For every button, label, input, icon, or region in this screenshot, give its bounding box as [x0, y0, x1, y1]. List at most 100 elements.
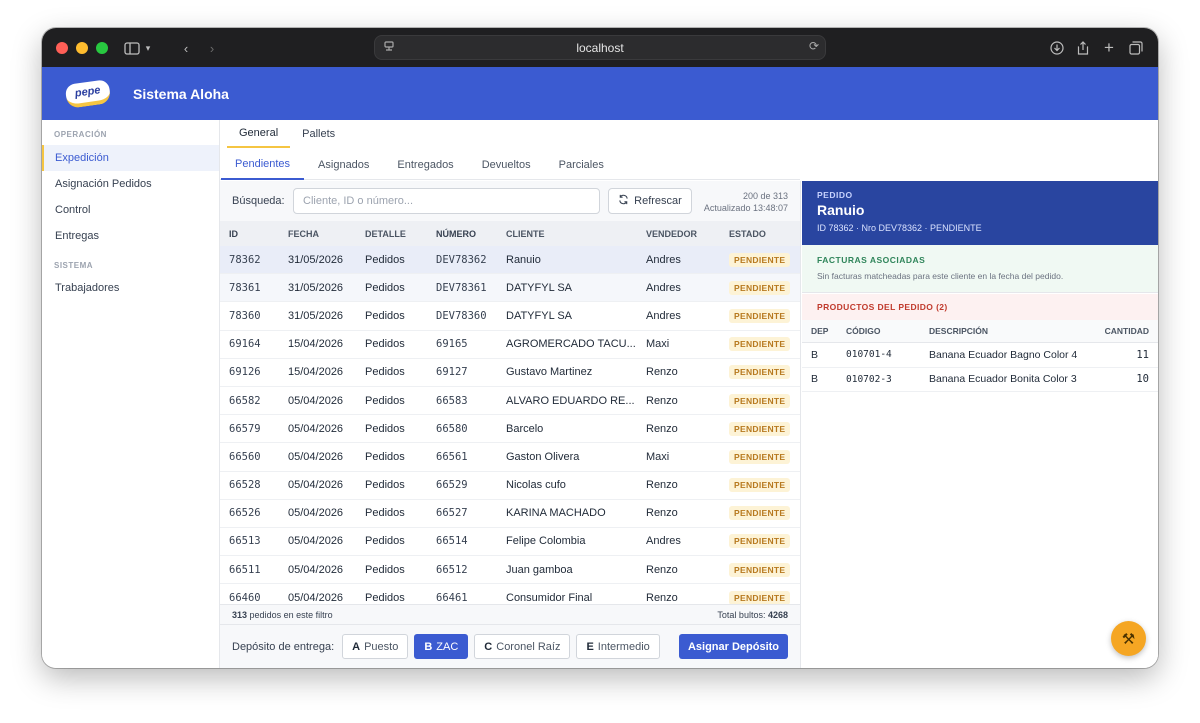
tab-pendientes[interactable]: Pendientes: [221, 149, 305, 180]
cell-cliente: ALVARO EDUARDO RE...: [506, 394, 635, 407]
tab-parciales[interactable]: Parciales: [545, 149, 618, 180]
col-id[interactable]: ID: [220, 229, 280, 239]
col-numero[interactable]: NÚMERO: [428, 229, 498, 239]
table-row[interactable]: 66528 05/04/2026 Pedidos 66529 Nicolas cufo R…: [220, 471, 800, 500]
products-table-header: DEP CÓDIGO DESCRIPCIÓN CANTIDAD: [802, 320, 1158, 343]
cell-id: 69164: [229, 338, 261, 351]
table-row[interactable]: 69126 15/04/2026 Pedidos 69127 Gustavo Marti…: [220, 358, 800, 387]
col-cliente[interactable]: CLIENTE: [498, 229, 638, 239]
deposit-key: C: [484, 640, 493, 653]
table-row[interactable]: 66513 05/04/2026 Pedidos 66514 Felipe Colomb…: [220, 527, 800, 557]
cell-detalle: Pedidos: [365, 563, 405, 576]
deposit-option-c[interactable]: C Coronel Raíz: [474, 634, 571, 659]
tab-asignados[interactable]: Asignados: [304, 149, 383, 180]
close-window-button[interactable]: [56, 41, 68, 54]
product-dep: B: [811, 348, 819, 361]
assign-deposit-button[interactable]: Asignar Depósito: [679, 634, 788, 659]
table-row[interactable]: 66560 05/04/2026 Pedidos 66561 Gaston Oliver…: [220, 443, 800, 472]
product-description: Banana Ecuador Bonita Color 3: [929, 373, 1077, 386]
status-badge: PENDIENTE: [729, 478, 791, 493]
table-row[interactable]: 66579 05/04/2026 Pedidos 66580 Barcelo Renzo P…: [220, 415, 800, 444]
refresh-button[interactable]: Refrescar: [608, 188, 692, 214]
deposit-option-b[interactable]: B ZAC: [414, 634, 469, 659]
cell-fecha: 05/04/2026: [288, 563, 344, 576]
tab-overview-icon[interactable]: [1125, 36, 1147, 60]
col-descripcion: DESCRIPCIÓN: [929, 326, 989, 336]
table-row[interactable]: 78361 31/05/2026 Pedidos DEV78361 DATYFYL SA…: [220, 274, 800, 303]
status-badge: PENDIENTE: [729, 308, 791, 323]
cell-numero: 66527: [436, 507, 468, 520]
sidebar-item-entregas[interactable]: Entregas: [42, 223, 219, 249]
forward-icon[interactable]: ›: [200, 36, 224, 60]
cell-estado: PENDIENTE: [721, 280, 791, 295]
deposit-option-label: Coronel Raíz: [496, 640, 561, 653]
table-row[interactable]: 66511 05/04/2026 Pedidos 66512 Juan gamboa Re…: [220, 556, 800, 585]
tab-entregados[interactable]: Entregados: [383, 149, 467, 180]
logo-text: pepe: [74, 83, 102, 100]
cell-id: 78362: [229, 253, 261, 266]
col-vendedor[interactable]: VENDEDOR: [638, 229, 721, 239]
sidebar-item-control[interactable]: Control: [42, 197, 219, 223]
col-detalle[interactable]: DETALLE: [357, 229, 428, 239]
cell-vendedor: Maxi: [646, 338, 670, 351]
cell-numero: 66514: [436, 535, 468, 548]
downloads-icon[interactable]: [1046, 36, 1068, 60]
app-header: pepe Sistema Aloha: [42, 67, 1158, 120]
deposit-option-e[interactable]: E Intermedio: [576, 634, 660, 659]
cell-vendedor: Andres: [646, 309, 681, 322]
col-dep: DEP: [811, 326, 829, 336]
table-row[interactable]: 78360 31/05/2026 Pedidos DEV78360 DATYFYL SA…: [220, 302, 800, 331]
filter-text: pedidos en este filtro: [249, 609, 333, 620]
tools-fab-button[interactable]: ⚒: [1111, 621, 1146, 656]
cell-fecha: 31/05/2026: [288, 309, 344, 322]
tab-pallets[interactable]: Pallets: [290, 120, 347, 148]
total-label: Total bultos:: [717, 609, 766, 620]
cell-fecha: 31/05/2026: [288, 253, 344, 266]
cell-estado: PENDIENTE: [721, 393, 791, 408]
table-row[interactable]: 66526 05/04/2026 Pedidos 66527 KARINA MACHAD…: [220, 499, 800, 528]
back-icon[interactable]: ‹: [174, 36, 198, 60]
cell-numero: 69127: [436, 366, 468, 379]
table-row[interactable]: 66460 05/04/2026 Pedidos 66461 Consumidor Fi…: [220, 584, 800, 604]
sidebar-item-expedicion[interactable]: Expedición: [42, 145, 219, 171]
cell-detalle: Pedidos: [365, 422, 405, 435]
sidebar-item-trabajadores[interactable]: Trabajadores: [42, 275, 219, 301]
minimize-window-button[interactable]: [76, 41, 88, 54]
result-count: 200 de 313 Actualizado 13:48:07: [704, 190, 788, 214]
productos-title: PRODUCTOS DEL PEDIDO (2): [802, 294, 1158, 320]
sidebar-toggle-icon[interactable]: ▾: [118, 36, 156, 60]
list-footer: 313 pedidos en este filtro Total bultos:…: [220, 604, 800, 624]
col-estado[interactable]: ESTADO: [721, 229, 791, 239]
address-bar[interactable]: localhost ⟳: [374, 35, 826, 60]
cell-id: 66460: [229, 591, 261, 604]
order-detail-panel: PEDIDO Ranuio ID 78362 · Nro DEV78362 · …: [802, 181, 1158, 668]
tab-devueltos[interactable]: Devueltos: [468, 149, 545, 180]
share-icon[interactable]: [1072, 36, 1094, 60]
status-badge: PENDIENTE: [729, 337, 791, 352]
order-detail-header: PEDIDO Ranuio ID 78362 · Nro DEV78362 · …: [802, 181, 1158, 245]
cell-fecha: 31/05/2026: [288, 281, 344, 294]
product-dep: B: [811, 373, 819, 386]
sidebar-item-asignacion-pedidos[interactable]: Asignación Pedidos: [42, 171, 219, 197]
tab-general[interactable]: General: [227, 120, 291, 148]
page-settings-icon[interactable]: [383, 40, 395, 55]
maximize-window-button[interactable]: [96, 41, 108, 54]
cell-cliente: DATYFYL SA: [506, 281, 573, 294]
col-fecha[interactable]: FECHA: [280, 229, 357, 239]
table-row[interactable]: 78362 31/05/2026 Pedidos DEV78362 Ranuio Andr…: [220, 246, 800, 275]
search-input[interactable]: [293, 188, 600, 214]
deposit-key: E: [586, 640, 594, 653]
product-code: 010702-3: [846, 373, 892, 385]
cell-numero: DEV78362: [436, 253, 487, 266]
table-row[interactable]: 69164 15/04/2026 Pedidos 69165 AGROMERCADO T…: [220, 330, 800, 359]
facturas-section: FACTURAS ASOCIADAS Sin facturas matchead…: [802, 245, 1158, 293]
reload-icon[interactable]: ⟳: [809, 39, 819, 53]
cell-cliente: Ranuio: [506, 253, 541, 266]
table-row[interactable]: 66582 05/04/2026 Pedidos 66583 ALVARO EDUARD…: [220, 386, 800, 416]
status-badge: PENDIENTE: [729, 590, 791, 604]
app-title: Sistema Aloha: [133, 85, 229, 102]
new-tab-icon[interactable]: +: [1098, 36, 1120, 60]
deposit-option-a[interactable]: A Puesto: [342, 634, 409, 659]
cell-fecha: 05/04/2026: [288, 394, 344, 407]
deposit-label: Depósito de entrega:: [232, 640, 335, 653]
